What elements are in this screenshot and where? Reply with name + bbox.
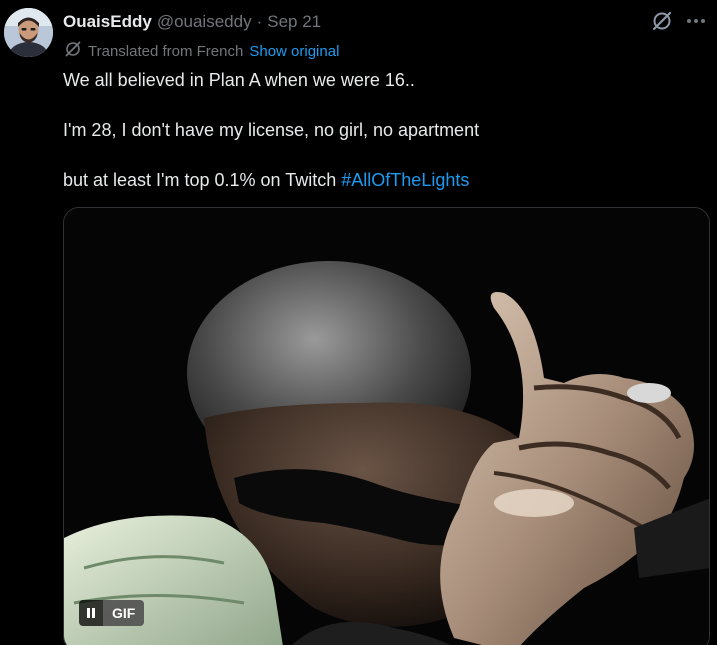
translation-bar: Translated from French Show original [64, 41, 339, 61]
tweet-text: We all believed in Plan A when we were 1… [63, 68, 703, 218]
translate-icon [64, 40, 82, 62]
gif-controls: GIF [79, 600, 145, 626]
pause-icon[interactable] [79, 600, 103, 626]
tweet-line-3-text: but at least I'm top 0.1% on Twitch [63, 170, 337, 190]
author-display-name[interactable]: OuaisEddy [63, 12, 152, 32]
tweet-line-2: I'm 28, I don't have my license, no girl… [63, 120, 480, 140]
tweet-line-1: We all believed in Plan A when we were 1… [63, 70, 415, 90]
tweet-top-actions [651, 10, 707, 32]
avatar-image [4, 8, 53, 57]
translated-label: Translated from French [88, 42, 244, 60]
gif-media[interactable]: GIF [63, 207, 710, 645]
tweet-line-3: but at least I'm top 0.1% on Twitch #All… [63, 168, 703, 192]
separator-dot: · [256, 12, 263, 31]
grok-icon[interactable] [651, 10, 673, 32]
more-icon[interactable] [685, 10, 707, 32]
author-handle[interactable]: @ouaiseddy [157, 12, 252, 32]
gif-badge: GIF [103, 600, 145, 626]
tweet-date[interactable]: Sep 21 [267, 12, 321, 32]
tweet[interactable]: OuaisEddy @ouaiseddy · Sep 21 Translated… [0, 0, 717, 645]
show-original-link[interactable]: Show original [249, 43, 339, 60]
hashtag-link[interactable]: #AllOfTheLights [341, 170, 469, 190]
tweet-header: OuaisEddy @ouaiseddy · Sep 21 [63, 10, 321, 34]
avatar[interactable] [4, 8, 53, 57]
gif-frame [64, 208, 709, 645]
